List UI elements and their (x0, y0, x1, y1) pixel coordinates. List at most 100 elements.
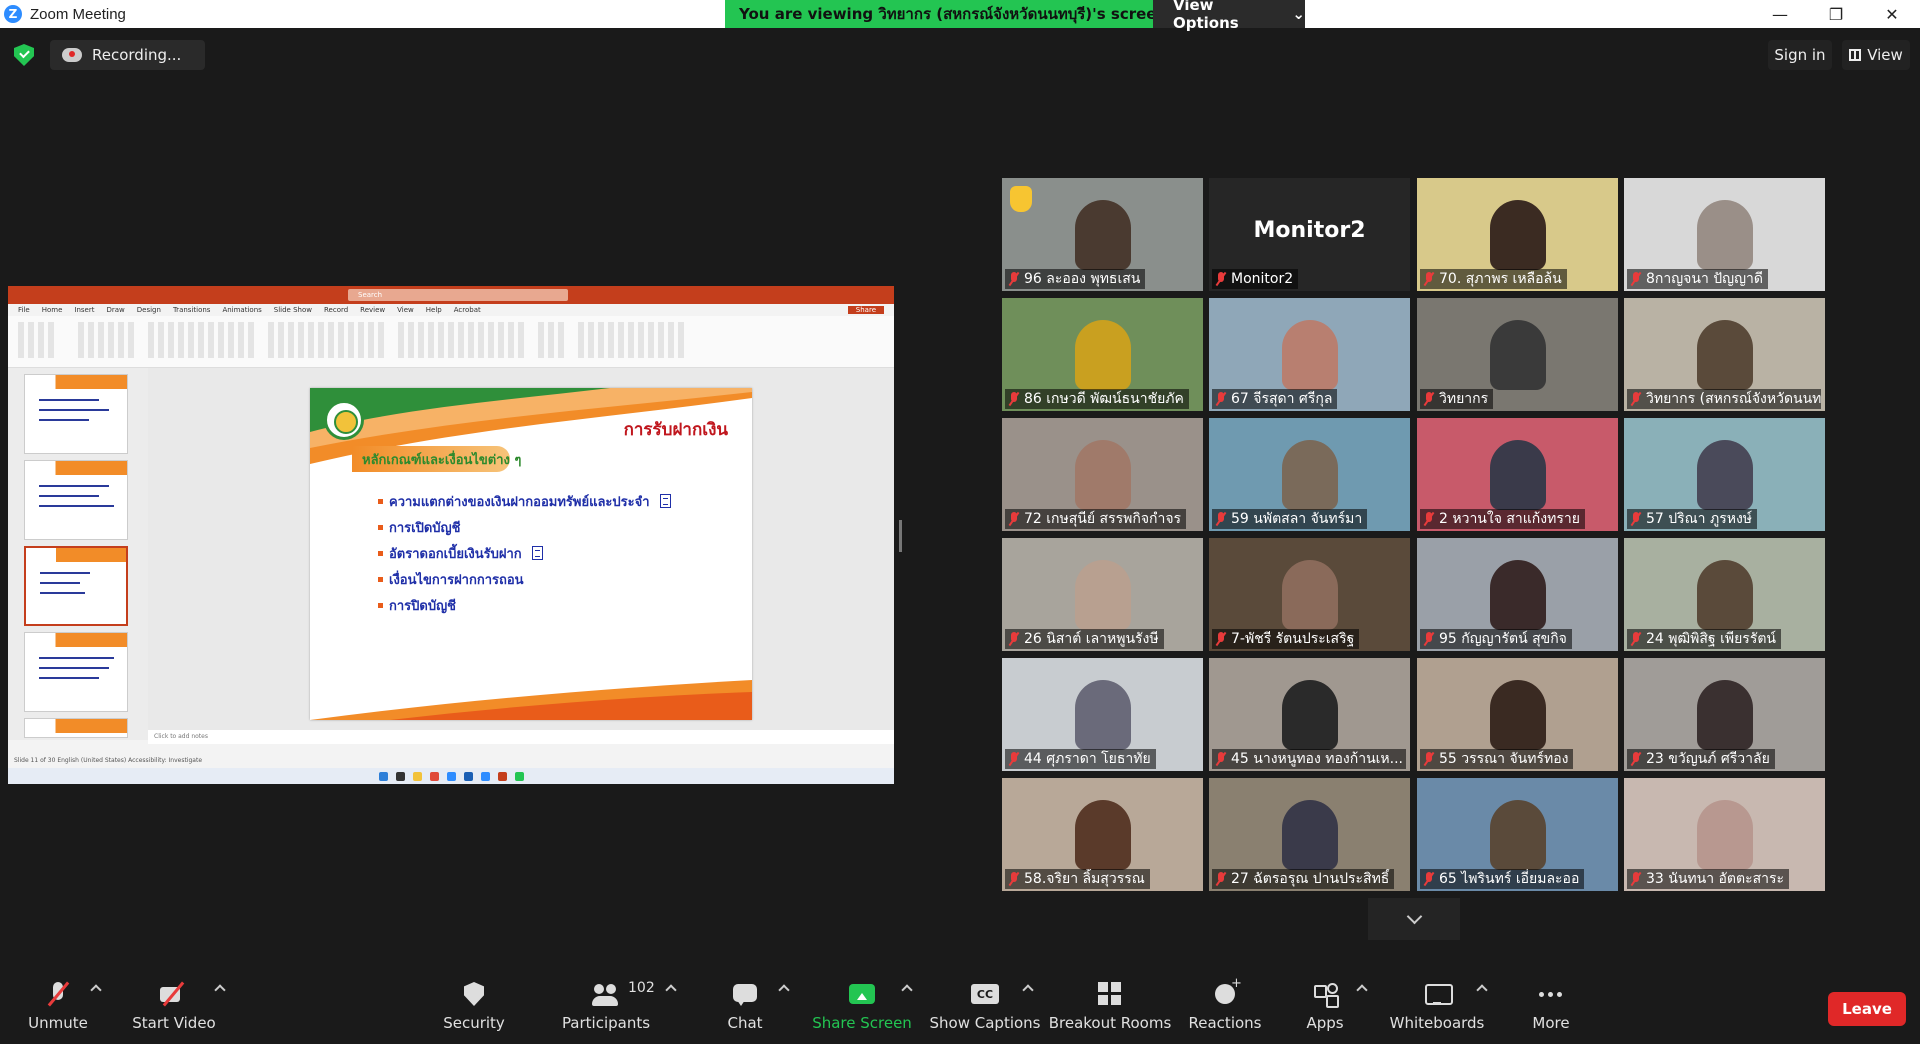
ppt-menu-item[interactable]: Design (137, 306, 161, 314)
participant-video-tile[interactable]: 8กาญจนา ปัญญาดี (1624, 178, 1825, 291)
participant-name-label: 65 ไพรินทร์ เอี่ยมละออ (1420, 869, 1585, 889)
participant-video-tile[interactable]: 45 นางหนูทอง ทองก้านเห... (1209, 658, 1410, 771)
slide-thumbnails[interactable]: 9 10 11 12 13 (8, 368, 148, 740)
participants-button[interactable]: 102 Participants (562, 966, 655, 1044)
gallery-next-page-button[interactable] (1368, 898, 1460, 940)
participant-video-tile[interactable]: 65 ไพรินทร์ เอี่ยมละออ (1417, 778, 1618, 891)
participant-video-tile[interactable]: 96 ละออง พุทธเสน (1002, 178, 1203, 291)
ppt-share-button[interactable]: Share (847, 306, 884, 314)
participant-video-tile[interactable]: วิทยากร (1417, 298, 1618, 411)
slide-thumbnail[interactable]: 12 (24, 632, 128, 712)
ribbon-editing[interactable] (538, 322, 568, 358)
sign-in-button[interactable]: Sign in (1768, 40, 1832, 70)
chat-button[interactable]: Chat (720, 966, 770, 1044)
participant-video-tile[interactable]: 59 นพัตสลา จันทร์มา (1209, 418, 1410, 531)
ppt-menu-item[interactable]: Insert (74, 306, 94, 314)
participant-video-tile[interactable]: 7-พัชรี รัตนประเสริฐ (1209, 538, 1410, 651)
participant-video-tile[interactable]: 72 เกษสุนีย์ สรรพกิจกำจร (1002, 418, 1203, 531)
participant-video-tile[interactable]: 44 ศุภราดา โยธาทัย (1002, 658, 1203, 771)
ribbon-drawing[interactable] (398, 322, 528, 358)
recording-indicator[interactable]: Recording... (50, 40, 205, 70)
apps-caret-icon[interactable] (1356, 984, 1368, 996)
leave-button[interactable]: Leave (1828, 992, 1906, 1026)
ppt-menu-item[interactable]: Review (360, 306, 385, 314)
chat-caret-icon[interactable] (778, 984, 790, 996)
participant-name-label: 57 ปริณา ภูรหงษ์ (1627, 509, 1758, 529)
outlook-icon[interactable] (463, 771, 473, 781)
whiteboards-button[interactable]: Whiteboards (1390, 966, 1484, 1044)
view-options-button[interactable]: View Options ⌄ (1153, 0, 1305, 32)
participant-video-tile[interactable]: 86 เกษวดี พัฒน์ธนาชัยภัค (1002, 298, 1203, 411)
reactions-button[interactable]: Reactions (1189, 966, 1262, 1044)
ppt-search-box[interactable]: Search (348, 289, 568, 301)
participant-video-tile[interactable]: 70. สุภาพร เหลือล้น (1417, 178, 1618, 291)
shared-screen[interactable]: Search File Home Insert Draw Design Tran… (8, 286, 894, 784)
split-view-handle[interactable] (899, 520, 902, 552)
current-slide[interactable]: การรับฝากเงิน หลักเกณฑ์และเงื่อนไขต่าง ๆ… (310, 388, 752, 720)
zoom-icon[interactable] (480, 771, 490, 781)
participant-video-tile[interactable]: 95 กัญญารัตน์ สุขกิจ (1417, 538, 1618, 651)
slide-thumbnail[interactable]: 13 (24, 718, 128, 738)
ppt-menu-item[interactable]: Acrobat (454, 306, 481, 314)
ppt-menu-item[interactable]: Slide Show (274, 306, 312, 314)
ribbon-paragraph[interactable] (268, 322, 388, 358)
participant-video-tile[interactable]: 27 ฉัตรอรุณ ปานประสิทธิ์ (1209, 778, 1410, 891)
participant-video-tile[interactable]: Monitor2 Monitor2 (1209, 178, 1410, 291)
ppt-menu-item[interactable]: Help (426, 306, 442, 314)
line-icon[interactable] (514, 771, 524, 781)
participants-caret-icon[interactable] (665, 984, 677, 996)
participant-video-tile[interactable]: 33 นันทนา อัตตะสาระ (1624, 778, 1825, 891)
reactions-emoji-icon (1211, 976, 1242, 1008)
security-button[interactable]: Security (443, 966, 505, 1044)
ribbon-slides[interactable] (78, 322, 138, 358)
slide-editor[interactable]: การรับฝากเงิน หลักเกณฑ์และเงื่อนไขต่าง ๆ… (148, 368, 894, 740)
participant-name-label: 7-พัชรี รัตนประเสริฐ (1212, 629, 1360, 649)
more-button[interactable]: More (1526, 966, 1576, 1044)
participant-video-tile[interactable]: 24 พุฒิพิสิฐ เพียรรัตน์ (1624, 538, 1825, 651)
ribbon-font[interactable] (148, 322, 258, 358)
participant-video-tile[interactable]: 2 หวานใจ สาแก้งทราย (1417, 418, 1618, 531)
ppt-notes-field[interactable]: Click to add notes (148, 730, 894, 744)
powerpoint-icon[interactable] (497, 771, 507, 781)
participant-video-tile[interactable]: 26 นิสาต์ เลาหพูนรังษี (1002, 538, 1203, 651)
close-button[interactable]: ✕ (1864, 0, 1920, 28)
ribbon-addins[interactable] (578, 322, 688, 358)
participant-video-tile[interactable]: 67 จีรสุดา ศรีกุล (1209, 298, 1410, 411)
participant-video-tile[interactable]: วิทยากร (สหกรณ์จังหวัดนนทบุ... (1624, 298, 1825, 411)
thumbnail-line (39, 667, 109, 669)
video-options-caret-icon[interactable] (214, 984, 226, 996)
start-video-button[interactable]: Start Video (132, 966, 216, 1044)
audio-options-caret-icon[interactable] (90, 984, 102, 996)
participant-video-tile[interactable]: 55 วรรณา จันทร์ทอง (1417, 658, 1618, 771)
show-captions-button[interactable]: Show Captions (930, 966, 1041, 1044)
participant-video-tile[interactable]: 23 ขวัญนภ์ ศรีวาลัย (1624, 658, 1825, 771)
slide-thumbnail[interactable]: 9 (24, 374, 128, 454)
breakout-rooms-button[interactable]: Breakout Rooms (1049, 966, 1171, 1044)
participant-video-tile[interactable]: 57 ปริณา ภูรหงษ์ (1624, 418, 1825, 531)
encryption-shield-icon[interactable] (14, 44, 34, 66)
participant-video-tile[interactable]: 58.จริยา ลิ้มสุวรรณ (1002, 778, 1203, 891)
unmute-button[interactable]: Unmute (28, 966, 88, 1044)
slide-thumbnail[interactable]: 10 (24, 460, 128, 540)
ppt-menu-item[interactable]: File (18, 306, 30, 314)
apps-button[interactable]: Apps (1300, 966, 1350, 1044)
ribbon-clipboard[interactable] (18, 322, 58, 358)
chrome-icon[interactable] (429, 771, 439, 781)
ppt-menu-item[interactable]: View (397, 306, 414, 314)
maximize-button[interactable]: ❐ (1808, 0, 1864, 28)
view-button[interactable]: View (1842, 40, 1910, 70)
slide-thumbnail-active[interactable]: 11 (24, 546, 128, 626)
edge-icon[interactable] (446, 771, 456, 781)
ppt-menu-item[interactable]: Record (324, 306, 348, 314)
document-link-icon[interactable] (659, 494, 671, 508)
minimize-button[interactable]: — (1752, 0, 1808, 28)
folder-icon[interactable] (412, 771, 422, 781)
ppt-menu-item[interactable]: Transitions (173, 306, 211, 314)
windows-start-icon[interactable] (378, 771, 388, 781)
ppt-menu-item[interactable]: Animations (222, 306, 261, 314)
share-screen-button[interactable]: Share Screen (812, 966, 912, 1044)
search-icon[interactable] (395, 771, 405, 781)
ppt-menu-item[interactable]: Draw (106, 306, 124, 314)
ppt-menu-item[interactable]: Home (42, 306, 63, 314)
document-link-icon[interactable] (531, 546, 543, 560)
